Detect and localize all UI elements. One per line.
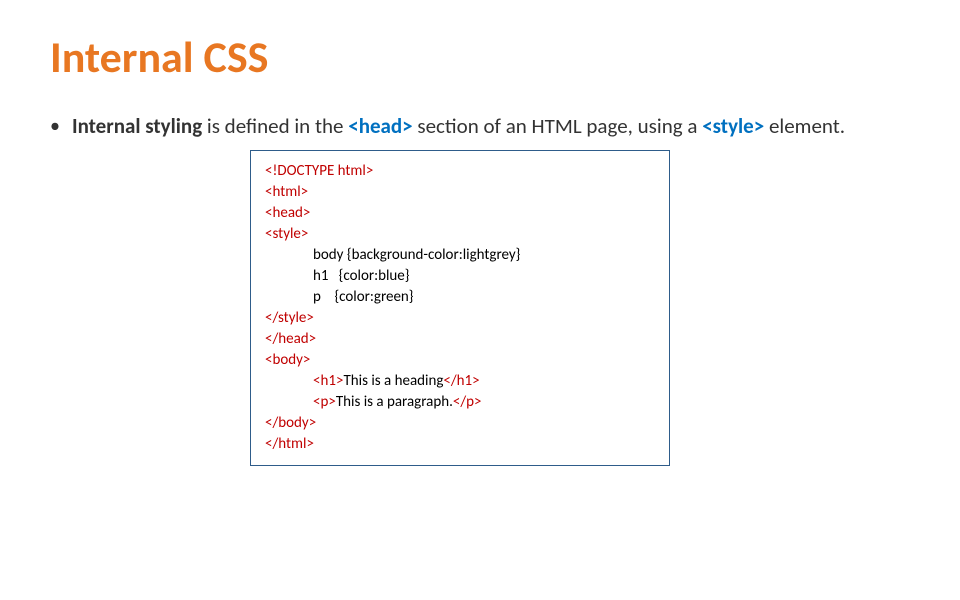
code-line: <style>	[265, 224, 655, 245]
style-tag: <style>	[702, 113, 764, 139]
head-tag: <head>	[348, 113, 412, 139]
code-line: <body>	[265, 350, 655, 371]
code-text: This is a paragraph.	[336, 393, 453, 411]
code-line: <head>	[265, 203, 655, 224]
code-example-box: <!DOCTYPE html> <html> <head> <style> bo…	[250, 150, 670, 466]
code-tag: <p>	[313, 393, 336, 411]
code-line: </html>	[265, 434, 655, 455]
code-line: </style>	[265, 308, 655, 329]
bullet-bold: Internal styling	[72, 113, 202, 139]
code-line: <h1>This is a heading</h1>	[265, 371, 655, 392]
code-tag: </h1>	[443, 372, 479, 390]
code-line: <html>	[265, 182, 655, 203]
code-line: </body>	[265, 413, 655, 434]
bullet-part4: element.	[764, 113, 845, 139]
code-tag: <h1>	[313, 372, 343, 390]
bullet-text: Internal styling is defined in the <head…	[72, 112, 845, 140]
slide-title: Internal CSS	[50, 30, 910, 84]
code-line: <p>This is a paragraph.</p>	[265, 392, 655, 413]
code-line: h1 {color:blue}	[265, 266, 655, 287]
code-line: p {color:green}	[265, 287, 655, 308]
code-line: <!DOCTYPE html>	[265, 161, 655, 182]
code-text: This is a heading	[343, 372, 443, 390]
bullet-part3: section of an HTML page, using a	[413, 113, 703, 139]
bullet-item: • Internal styling is defined in the <he…	[50, 112, 910, 140]
code-line: </head>	[265, 329, 655, 350]
bullet-dot-icon: •	[50, 112, 60, 140]
code-tag: </p>	[453, 393, 482, 411]
bullet-part2: is defined in the	[202, 113, 348, 139]
code-line: body {background-color:lightgrey}	[265, 245, 655, 266]
